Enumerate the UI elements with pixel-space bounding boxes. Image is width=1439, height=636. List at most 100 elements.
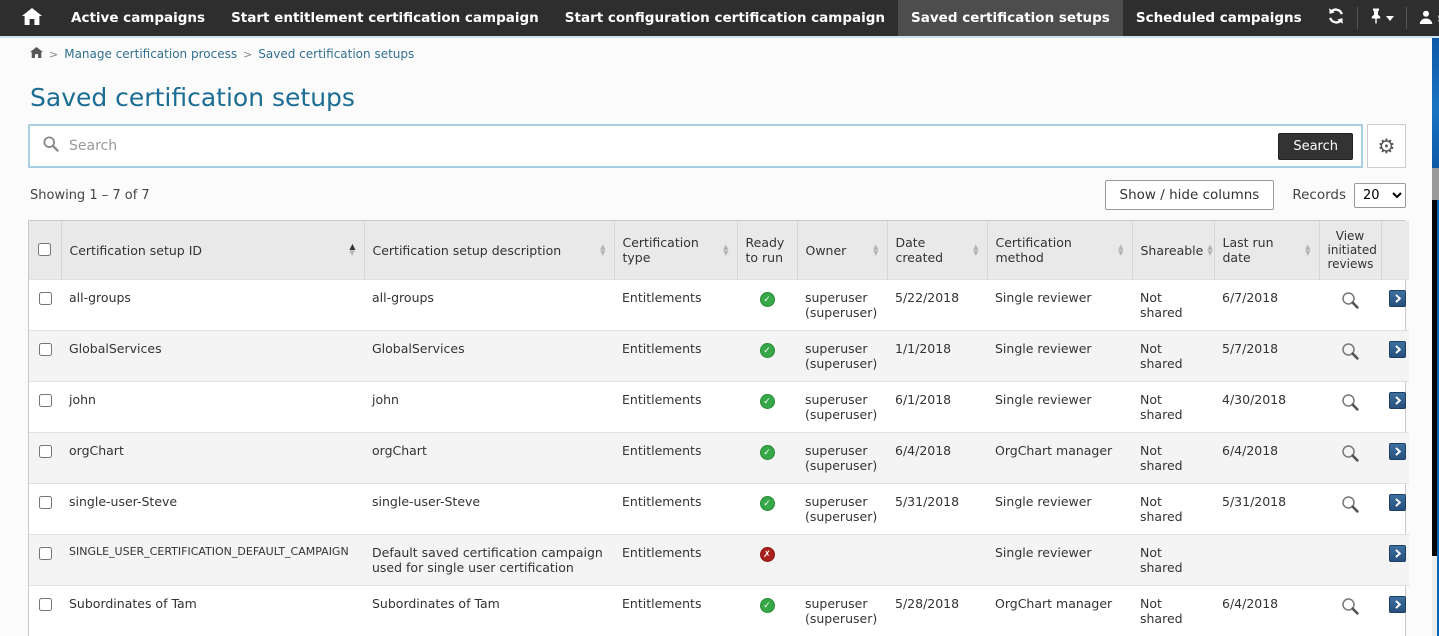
open-setup-button[interactable] [1389, 392, 1406, 409]
cell-setup-id: orgChart [61, 433, 364, 484]
magnifier-icon [1340, 596, 1360, 616]
cell-date-created: 6/4/2018 [887, 433, 987, 484]
list-controls-right: Show / hide columns Records 20 [1105, 180, 1406, 210]
open-setup-button[interactable] [1389, 341, 1406, 358]
home-button[interactable] [0, 0, 58, 36]
open-setup-button[interactable] [1389, 545, 1406, 562]
nav-item-saved-certification-setups[interactable]: Saved certification setups [898, 0, 1123, 36]
cell-setup-id: GlobalServices [61, 331, 364, 382]
breadcrumb-separator: > [49, 48, 58, 61]
cell-description: Subordinates of Tam [364, 586, 614, 636]
cell-date-created: 5/28/2018 [887, 586, 987, 636]
cell-type: Entitlements [614, 331, 737, 382]
ready-yes-icon: ✓ [760, 598, 775, 613]
cell-description: orgChart [364, 433, 614, 484]
breadcrumb-home-icon[interactable] [30, 47, 43, 61]
search-button[interactable]: Search [1278, 133, 1353, 160]
magnifier-icon [1340, 341, 1360, 361]
right-edge-window-sliver [1432, 38, 1439, 636]
open-setup-button[interactable] [1389, 290, 1406, 307]
nav-item-start-configuration-certification-campaign[interactable]: Start configuration certification campai… [552, 0, 898, 36]
column-header-certification-method[interactable]: Certification method ▲▼ [987, 221, 1132, 280]
view-initiated-reviews-button[interactable] [1340, 290, 1360, 313]
saved-setups-table: Certification setup ID ▲▼ Certification … [28, 220, 1406, 636]
sort-icon[interactable]: ▲▼ [973, 244, 978, 256]
list-controls: Showing 1 – 7 of 7 Show / hide columns R… [30, 180, 1406, 210]
breadcrumb-separator: > [243, 48, 252, 61]
cell-date-created: 5/31/2018 [887, 484, 987, 535]
view-initiated-reviews-button[interactable] [1340, 596, 1360, 619]
chevron-right-icon [1392, 548, 1403, 559]
cell-type: Entitlements [614, 433, 737, 484]
row-checkbox[interactable] [39, 445, 52, 458]
cell-shareable: Not shared [1132, 484, 1214, 535]
cell-date-created: 5/22/2018 [887, 280, 987, 331]
ready-yes-icon: ✓ [760, 292, 775, 307]
cell-owner: superuser (superuser) [797, 586, 887, 636]
chevron-right-icon [1392, 446, 1403, 457]
sort-icon[interactable]: ▲▼ [600, 244, 605, 256]
column-header-last-run-date[interactable]: Last run date ▲▼ [1214, 221, 1319, 280]
breadcrumb-link-manage-certification-process[interactable]: Manage certification process [64, 47, 237, 61]
row-checkbox[interactable] [39, 394, 52, 407]
sort-icon[interactable]: ▲▼ [349, 244, 355, 256]
row-checkbox[interactable] [39, 598, 52, 611]
magnifier-icon [1340, 290, 1360, 310]
ready-no-icon: ✗ [760, 547, 775, 562]
column-header-certification-type[interactable]: Certification type ▲▼ [614, 221, 737, 280]
cell-last-run: 6/4/2018 [1214, 433, 1319, 484]
cell-method: Single reviewer [987, 535, 1132, 586]
open-setup-button[interactable] [1389, 596, 1406, 613]
column-header-owner[interactable]: Owner ▲▼ [797, 221, 887, 280]
view-initiated-reviews-button[interactable] [1340, 392, 1360, 415]
view-initiated-reviews-button[interactable] [1340, 341, 1360, 364]
chevron-right-icon [1392, 344, 1403, 355]
column-header-setup-description[interactable]: Certification setup description ▲▼ [364, 221, 614, 280]
search-settings-button[interactable]: ⚙ [1367, 124, 1406, 168]
table-row: single-user-Steve single-user-Steve Enti… [29, 484, 1409, 535]
cell-setup-id: SINGLE_USER_CERTIFICATION_DEFAULT_CAMPAI… [61, 535, 364, 586]
row-checkbox[interactable] [39, 343, 52, 356]
ready-yes-icon: ✓ [760, 496, 775, 511]
pin-icon [1370, 8, 1382, 28]
refresh-button[interactable] [1315, 0, 1357, 36]
view-initiated-reviews-button[interactable] [1340, 443, 1360, 466]
row-checkbox[interactable] [39, 496, 52, 509]
cell-owner [797, 535, 887, 586]
row-checkbox[interactable] [39, 547, 52, 560]
search-box: Search [28, 124, 1363, 168]
sort-icon[interactable]: ▲▼ [1118, 244, 1123, 256]
view-initiated-reviews-button[interactable] [1340, 494, 1360, 517]
records-per-page-select[interactable]: 20 [1354, 183, 1406, 208]
cell-last-run: 4/30/2018 [1214, 382, 1319, 433]
sort-icon[interactable]: ▲▼ [723, 244, 728, 256]
sort-icon[interactable]: ▲▼ [873, 244, 878, 256]
column-header-view-initiated-reviews: View initiated reviews [1319, 221, 1381, 280]
page-title: Saved certification setups [30, 83, 1439, 112]
show-hide-columns-button[interactable]: Show / hide columns [1105, 180, 1275, 210]
cell-description: Default saved certification campaign use… [364, 535, 614, 586]
open-setup-button[interactable] [1389, 443, 1406, 460]
pin-menu-button[interactable] [1358, 0, 1406, 36]
sort-icon[interactable]: ▲▼ [1207, 244, 1212, 256]
table-row: SINGLE_USER_CERTIFICATION_DEFAULT_CAMPAI… [29, 535, 1409, 586]
user-menu-button[interactable]: superuser [1407, 0, 1439, 36]
nav-item-active-campaigns[interactable]: Active campaigns [58, 0, 218, 36]
open-setup-button[interactable] [1389, 494, 1406, 511]
nav-item-scheduled-campaigns[interactable]: Scheduled campaigns [1123, 0, 1315, 36]
column-header-setup-id[interactable]: Certification setup ID ▲▼ [61, 221, 364, 280]
table-row: orgChart orgChart Entitlements ✓ superus… [29, 433, 1409, 484]
cell-method: OrgChart manager [987, 433, 1132, 484]
cell-method: Single reviewer [987, 484, 1132, 535]
select-all-checkbox[interactable] [38, 243, 51, 256]
cell-shareable: Not shared [1132, 331, 1214, 382]
column-header-shareable[interactable]: Shareable ▲▼ [1132, 221, 1214, 280]
nav-item-start-entitlement-certification-campaign[interactable]: Start entitlement certification campaign [218, 0, 552, 36]
column-header-date-created[interactable]: Date created ▲▼ [887, 221, 987, 280]
chevron-right-icon [1392, 599, 1403, 610]
search-input[interactable] [69, 138, 1278, 154]
cell-last-run: 5/7/2018 [1214, 331, 1319, 382]
row-checkbox[interactable] [39, 292, 52, 305]
cell-last-run [1214, 535, 1319, 586]
sort-icon[interactable]: ▲▼ [1305, 244, 1310, 256]
